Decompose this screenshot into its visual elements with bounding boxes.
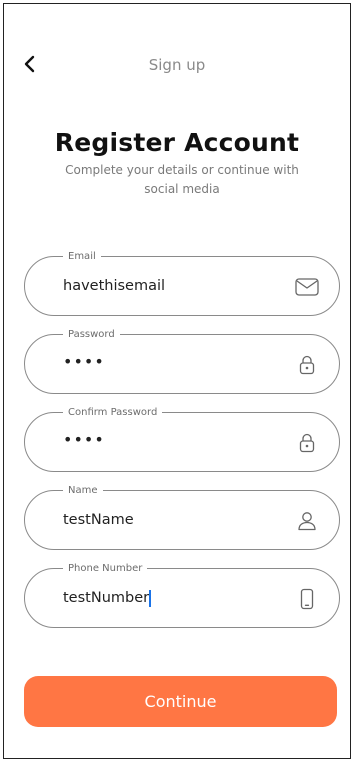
name-field[interactable]: Name testName	[24, 484, 340, 550]
password-field[interactable]: Password ••••	[24, 328, 340, 394]
name-label: Name	[63, 484, 103, 497]
email-field[interactable]: Email havethisemail	[24, 250, 340, 316]
register-heading: Register Account	[54, 128, 300, 157]
phone-icon	[295, 587, 319, 611]
lock-icon	[295, 431, 319, 455]
email-label: Email	[63, 250, 101, 263]
mail-icon	[295, 275, 319, 299]
app-frame: Sign up Register Account Complete your d…	[3, 3, 351, 759]
confirm-password-label: Confirm Password	[63, 406, 163, 419]
confirm-password-value: ••••	[63, 430, 105, 449]
phone-number-field[interactable]: Phone Number testNumber	[24, 562, 340, 628]
continue-button[interactable]: Continue	[24, 676, 337, 727]
text-caret	[149, 589, 151, 607]
confirm-password-field[interactable]: Confirm Password ••••	[24, 406, 340, 472]
email-value: havethisemail	[63, 278, 166, 294]
password-label: Password	[63, 328, 120, 341]
user-icon	[295, 509, 319, 533]
phone-number-value-wrap: testNumber	[63, 587, 279, 609]
phone-number-label: Phone Number	[63, 562, 148, 575]
phone-number-value: testNumber	[63, 590, 150, 606]
lock-icon	[295, 353, 319, 377]
register-subtitle: Complete your details or continue with s…	[65, 163, 299, 196]
page-title: Sign up	[148, 56, 206, 74]
password-value: ••••	[63, 352, 105, 371]
name-value: testName	[63, 512, 134, 528]
